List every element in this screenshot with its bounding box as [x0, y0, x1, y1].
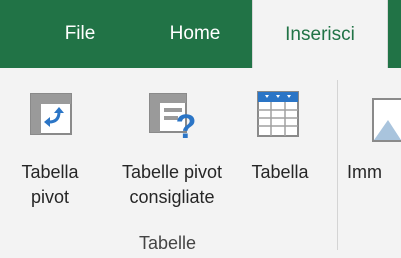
- immagini-label: Imm: [347, 162, 382, 182]
- svg-text:?: ?: [176, 108, 197, 144]
- table-icon: [257, 91, 299, 137]
- tabelle-pivot-consigliate-label: Tabelle pivot consigliate: [121, 162, 223, 207]
- pivot-table-icon: [30, 93, 72, 135]
- group-separator: [337, 80, 338, 250]
- tabella-pivot-label: Tabella pivot: [21, 162, 79, 207]
- tab-file-label: File: [64, 23, 96, 44]
- group-label-tabelle: Tabelle: [138, 233, 197, 253]
- tab-inserisci[interactable]: Inserisci: [252, 0, 388, 69]
- picture-icon: [372, 98, 401, 142]
- tab-file[interactable]: File: [40, 0, 120, 68]
- recommended-pivot-icon: ?: [149, 93, 197, 144]
- tab-inserisci-label: Inserisci: [285, 23, 355, 45]
- tab-home-label: Home: [169, 23, 221, 44]
- tabella-label: Tabella: [251, 162, 309, 182]
- tab-home[interactable]: Home: [145, 0, 245, 68]
- ribbon-tab-bar: File Home Inserisci: [0, 0, 401, 69]
